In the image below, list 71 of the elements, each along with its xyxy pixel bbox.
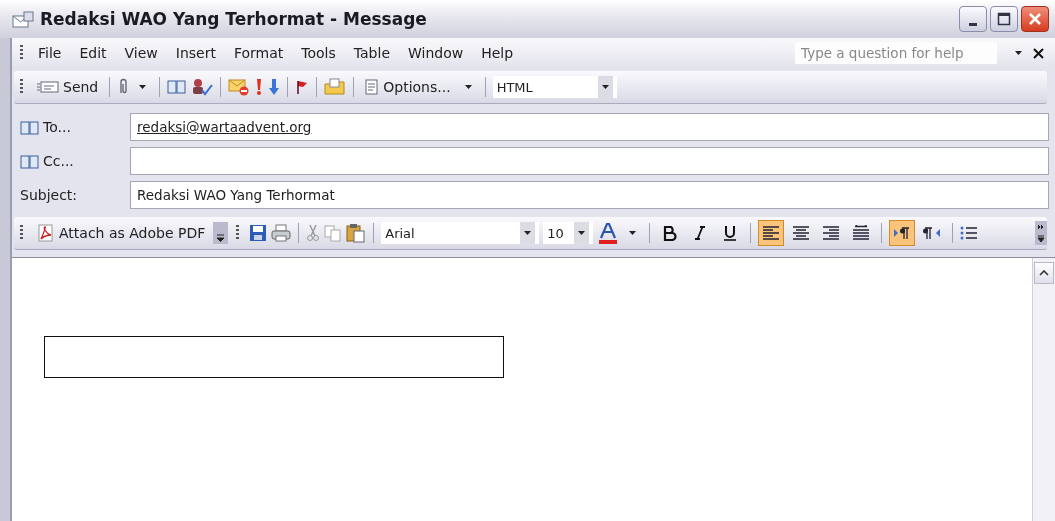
close-icon bbox=[1028, 12, 1042, 26]
paperclip-icon[interactable] bbox=[117, 78, 130, 96]
italic-icon bbox=[694, 225, 707, 241]
field-label: Subject: bbox=[20, 187, 79, 203]
toolbar-options-icon[interactable] bbox=[213, 222, 229, 244]
options-button[interactable]: Options... bbox=[361, 77, 455, 97]
justify-icon bbox=[852, 225, 871, 241]
vertical-scrollbar[interactable] bbox=[1032, 258, 1055, 521]
grip-icon[interactable] bbox=[236, 225, 240, 241]
font-dropdown[interactable]: Arial bbox=[381, 222, 540, 244]
right-to-left-icon bbox=[923, 226, 942, 240]
help-search-field[interactable]: Type a question for help bbox=[795, 42, 997, 64]
toolbar-options-icon[interactable] bbox=[1035, 221, 1047, 245]
close-icon[interactable] bbox=[1033, 47, 1044, 59]
address-field[interactable]: redaksi@wartaadvent.org bbox=[130, 113, 1049, 141]
font-size-dropdown[interactable]: 10 bbox=[543, 222, 594, 244]
window-title: Redaksi WAO Yang Terhormat - Message bbox=[40, 9, 427, 29]
bullet-list-icon[interactable] bbox=[960, 225, 979, 241]
menu-item[interactable]: Insert bbox=[166, 43, 225, 63]
pdf-icon bbox=[37, 224, 55, 242]
grip-icon[interactable] bbox=[20, 79, 23, 95]
align-center-icon bbox=[792, 225, 811, 241]
address-field[interactable] bbox=[130, 147, 1049, 175]
minimize-icon bbox=[969, 22, 977, 26]
underline-icon bbox=[723, 224, 738, 242]
scissors-icon[interactable] bbox=[306, 224, 321, 242]
menu-item[interactable]: File bbox=[29, 43, 71, 63]
menu-item[interactable]: Tools bbox=[292, 43, 345, 63]
bold-icon bbox=[663, 225, 678, 241]
letter-icon bbox=[37, 80, 59, 94]
grip-icon[interactable] bbox=[20, 225, 23, 241]
align-right-icon bbox=[822, 225, 841, 241]
dropdown-arrow-icon[interactable] bbox=[463, 84, 473, 90]
printer-icon[interactable] bbox=[271, 224, 292, 242]
dropdown-arrow-icon[interactable] bbox=[138, 84, 148, 90]
envelope-icon bbox=[12, 10, 34, 28]
format-dropdown[interactable]: HTML bbox=[492, 76, 617, 98]
align-left-button[interactable] bbox=[758, 220, 785, 246]
menu-item[interactable]: Window bbox=[399, 43, 473, 63]
address-book-icon bbox=[20, 119, 40, 135]
address-button[interactable]: Cc... bbox=[20, 153, 130, 169]
subject-field[interactable]: Redaksi WAO Yang Terhormat bbox=[130, 181, 1049, 209]
address-button[interactable]: To... bbox=[20, 119, 130, 135]
left-to-right-button[interactable] bbox=[889, 220, 916, 246]
left-to-right-icon bbox=[893, 226, 912, 240]
menu-item[interactable]: Help bbox=[472, 43, 523, 63]
send-button[interactable]: Send bbox=[33, 77, 103, 97]
dropdown-arrow-icon[interactable] bbox=[1014, 50, 1023, 56]
menu-item[interactable]: View bbox=[115, 43, 167, 63]
scroll-up-button[interactable] bbox=[1034, 262, 1054, 284]
flag-icon[interactable] bbox=[295, 79, 310, 95]
grip-icon[interactable] bbox=[20, 45, 23, 61]
address-book-icon bbox=[20, 153, 40, 169]
maximize-icon bbox=[997, 12, 1011, 26]
address-book-icon[interactable] bbox=[167, 79, 188, 95]
menu-item[interactable]: Edit bbox=[70, 43, 116, 63]
save-icon[interactable] bbox=[249, 224, 268, 242]
dropdown-arrow-icon[interactable] bbox=[628, 230, 638, 236]
envelope-icon[interactable] bbox=[228, 78, 251, 96]
document-icon bbox=[365, 79, 380, 95]
menu-item[interactable]: Format bbox=[224, 43, 293, 63]
font-color-icon[interactable] bbox=[597, 222, 620, 244]
close-button[interactable] bbox=[1021, 6, 1049, 32]
attach-pdf-button[interactable]: Attach as Adobe PDF bbox=[33, 222, 210, 244]
maximize-button[interactable] bbox=[990, 6, 1018, 32]
check-names-icon[interactable] bbox=[191, 78, 214, 96]
down-arrow-icon[interactable] bbox=[268, 78, 281, 96]
minimize-button[interactable] bbox=[959, 6, 987, 32]
align-left-icon bbox=[762, 225, 781, 241]
menu-item[interactable]: Table bbox=[344, 43, 399, 63]
paste-icon[interactable] bbox=[346, 223, 367, 243]
